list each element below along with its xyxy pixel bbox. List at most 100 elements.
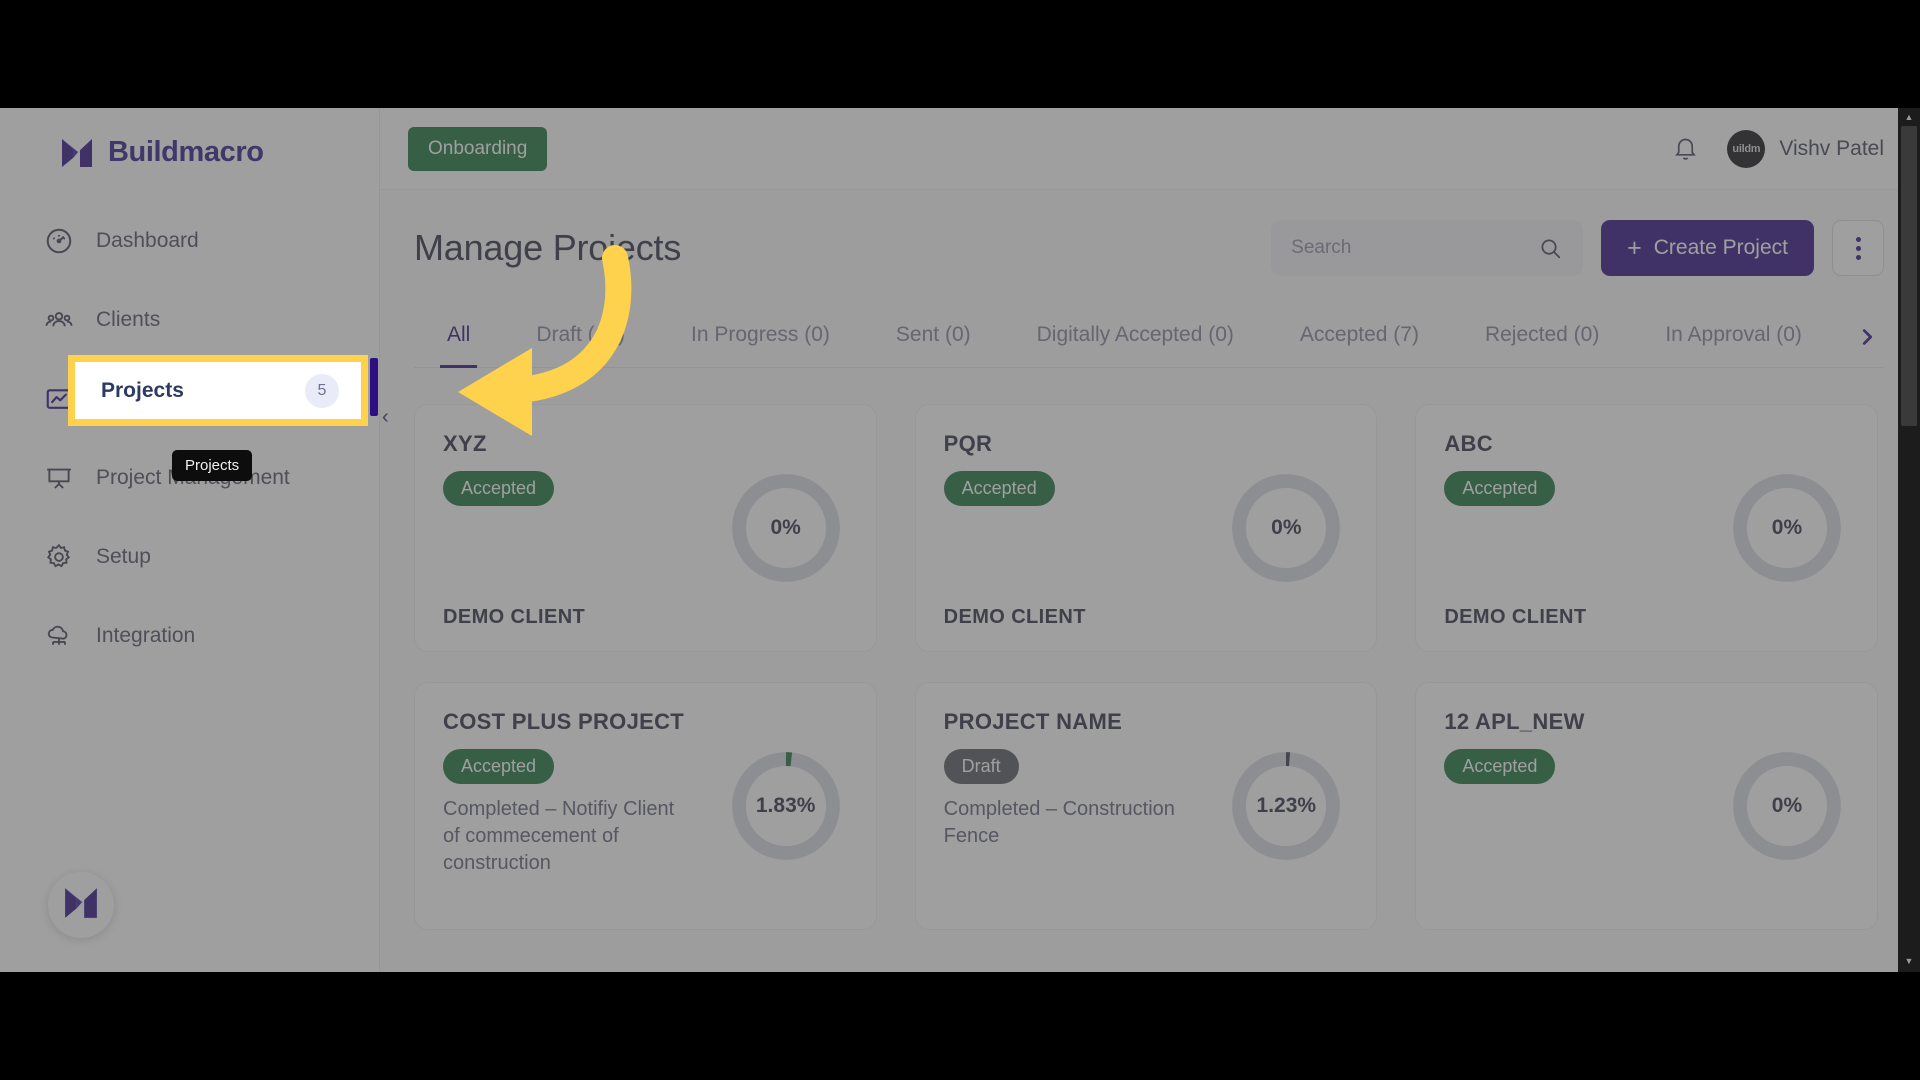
more-options-button[interactable] bbox=[1832, 220, 1884, 276]
project-client: DEMO CLIENT bbox=[443, 606, 586, 628]
vertical-scrollbar[interactable]: ▲ ▼ bbox=[1898, 108, 1920, 972]
scroll-down-arrow-icon[interactable]: ▼ bbox=[1898, 952, 1920, 970]
project-client: DEMO CLIENT bbox=[943, 606, 1086, 628]
progress-donut: 1.23% bbox=[1228, 748, 1344, 864]
presentation-board-icon bbox=[44, 463, 74, 493]
sidebar-item-label: Integration bbox=[96, 624, 196, 647]
project-card[interactable]: 12 APL_NEW Accepted 0% bbox=[1415, 682, 1878, 930]
sidebar-item-label: Dashboard bbox=[96, 229, 199, 252]
project-card[interactable]: ABC Accepted DEMO CLIENT 0% bbox=[1415, 404, 1878, 652]
tab-in-progress[interactable]: In Progress (0) bbox=[658, 306, 863, 368]
project-client: DEMO CLIENT bbox=[1444, 606, 1587, 628]
sidebar-item-label: Project Management bbox=[96, 466, 290, 489]
progress-percent: 1.23% bbox=[1256, 794, 1317, 817]
tab-digitally-accepted[interactable]: Digitally Accepted (0) bbox=[1004, 306, 1267, 368]
projects-grid: XYZ Accepted DEMO CLIENT 0% PQR Accepted… bbox=[380, 368, 1920, 930]
tab-all[interactable]: All bbox=[414, 306, 503, 368]
status-badge: Accepted bbox=[443, 471, 555, 506]
progress-donut: 0% bbox=[1729, 748, 1845, 864]
project-name: XYZ bbox=[443, 431, 487, 456]
project-card[interactable]: PQR Accepted DEMO CLIENT 0% bbox=[914, 404, 1378, 652]
sidebar-nav: Dashboard Clients Projects 5 Project Man… bbox=[0, 215, 379, 662]
brand-name: Buildmacro bbox=[108, 136, 264, 168]
user-menu[interactable]: uildm Vishv Patel bbox=[1727, 129, 1884, 168]
avatar: uildm bbox=[1727, 129, 1766, 168]
topbar-right-group: uildm Vishv Patel bbox=[1672, 129, 1884, 168]
users-group-icon bbox=[44, 305, 74, 335]
search-box[interactable] bbox=[1271, 220, 1584, 276]
status-badge: Accepted bbox=[943, 471, 1055, 506]
tabs-bar: All Draft (10) In Progress (0) Sent (0) … bbox=[414, 306, 1890, 368]
status-badge: Accepted bbox=[1444, 749, 1556, 784]
project-subtitle: Completed – Construction Fence bbox=[943, 798, 1175, 847]
sidebar-item-projects[interactable]: Projects 5 bbox=[0, 373, 379, 425]
sidebar-item-label: Clients bbox=[96, 308, 161, 331]
user-name: Vishv Patel bbox=[1779, 136, 1884, 160]
cloud-network-icon bbox=[44, 621, 74, 651]
create-project-button[interactable]: + Create Project bbox=[1601, 220, 1814, 276]
progress-percent: 0% bbox=[770, 516, 801, 539]
tab-accepted[interactable]: Accepted (7) bbox=[1267, 306, 1452, 368]
sidebar-item-project-management[interactable]: Project Management bbox=[0, 452, 379, 504]
scrollbar-thumb[interactable] bbox=[1901, 126, 1917, 426]
create-project-label: Create Project bbox=[1653, 236, 1788, 259]
status-badge: Accepted bbox=[443, 749, 555, 784]
buildmacro-m-logo-icon bbox=[60, 138, 94, 168]
chevron-right-icon bbox=[1856, 326, 1878, 348]
sidebar-item-label: Projects bbox=[96, 387, 172, 410]
progress-percent: 1.83% bbox=[755, 794, 816, 817]
bell-icon[interactable] bbox=[1672, 134, 1699, 163]
application-window: Buildmacro Dashboard Clients Projects 5 … bbox=[0, 108, 1920, 972]
sidebar-item-dashboard[interactable]: Dashboard bbox=[0, 215, 379, 267]
project-card[interactable]: COST PLUS PROJECT Accepted Completed – N… bbox=[414, 682, 877, 930]
page-header: Manage Projects + Create Project bbox=[380, 190, 1920, 306]
progress-percent: 0% bbox=[1771, 516, 1803, 539]
page-actions: + Create Project bbox=[1271, 220, 1884, 276]
sidebar-bottom-logo[interactable] bbox=[48, 872, 114, 938]
sidebar-item-integration[interactable]: Integration bbox=[0, 610, 379, 662]
brand-logo: Buildmacro bbox=[60, 136, 379, 169]
buildmacro-m-logo-icon bbox=[63, 887, 99, 924]
tab-in-approval[interactable]: In Approval (0) bbox=[1632, 306, 1835, 368]
tabs-list: All Draft (10) In Progress (0) Sent (0) … bbox=[414, 306, 1884, 368]
vertical-dots-icon bbox=[1855, 254, 1861, 260]
vertical-dots-icon bbox=[1855, 245, 1861, 251]
topbar: Onboarding uildm Vishv Patel bbox=[380, 108, 1920, 190]
sidebar-item-clients[interactable]: Clients bbox=[0, 294, 379, 346]
speedometer-icon bbox=[44, 226, 74, 256]
project-name: COST PLUS PROJECT bbox=[443, 709, 685, 734]
project-name: 12 APL_NEW bbox=[1444, 709, 1585, 734]
progress-donut: 0% bbox=[1729, 470, 1845, 586]
project-subtitle: Completed – Notifiy Client of commecemen… bbox=[443, 798, 675, 874]
tab-rejected[interactable]: Rejected (0) bbox=[1452, 306, 1632, 368]
project-name: ABC bbox=[1444, 431, 1493, 456]
progress-donut: 1.83% bbox=[728, 748, 844, 864]
progress-percent: 0% bbox=[1771, 794, 1803, 817]
search-icon[interactable] bbox=[1538, 236, 1563, 261]
scroll-up-arrow-icon[interactable]: ▲ bbox=[1898, 108, 1920, 126]
project-name: PROJECT NAME bbox=[943, 709, 1123, 734]
status-badge: Accepted bbox=[1444, 471, 1556, 506]
sidebar: Buildmacro Dashboard Clients Projects 5 … bbox=[0, 108, 380, 972]
project-card[interactable]: XYZ Accepted DEMO CLIENT 0% bbox=[414, 404, 877, 652]
progress-donut: 0% bbox=[1228, 470, 1344, 586]
project-name: PQR bbox=[943, 431, 993, 456]
progress-donut: 0% bbox=[728, 470, 844, 586]
chart-box-icon bbox=[44, 384, 74, 414]
search-input[interactable] bbox=[1291, 237, 1539, 259]
main-content: Onboarding uildm Vishv Patel Manage Proj… bbox=[380, 108, 1920, 972]
plus-icon: + bbox=[1627, 233, 1642, 262]
progress-percent: 0% bbox=[1271, 516, 1302, 539]
page-title: Manage Projects bbox=[414, 227, 682, 268]
sidebar-item-label: Setup bbox=[96, 545, 151, 568]
sidebar-item-badge: 5 bbox=[311, 382, 345, 416]
screen: Buildmacro Dashboard Clients Projects 5 … bbox=[0, 0, 1920, 1080]
status-badge: Draft bbox=[943, 749, 1019, 784]
tab-draft[interactable]: Draft (10) bbox=[503, 306, 658, 368]
tab-sent[interactable]: Sent (0) bbox=[863, 306, 1004, 368]
tabs-next-button[interactable] bbox=[1844, 314, 1890, 360]
sidebar-item-setup[interactable]: Setup bbox=[0, 531, 379, 583]
gear-icon bbox=[44, 542, 74, 572]
onboarding-button[interactable]: Onboarding bbox=[408, 126, 548, 171]
project-card[interactable]: PROJECT NAME Draft Completed – Construct… bbox=[914, 682, 1378, 930]
